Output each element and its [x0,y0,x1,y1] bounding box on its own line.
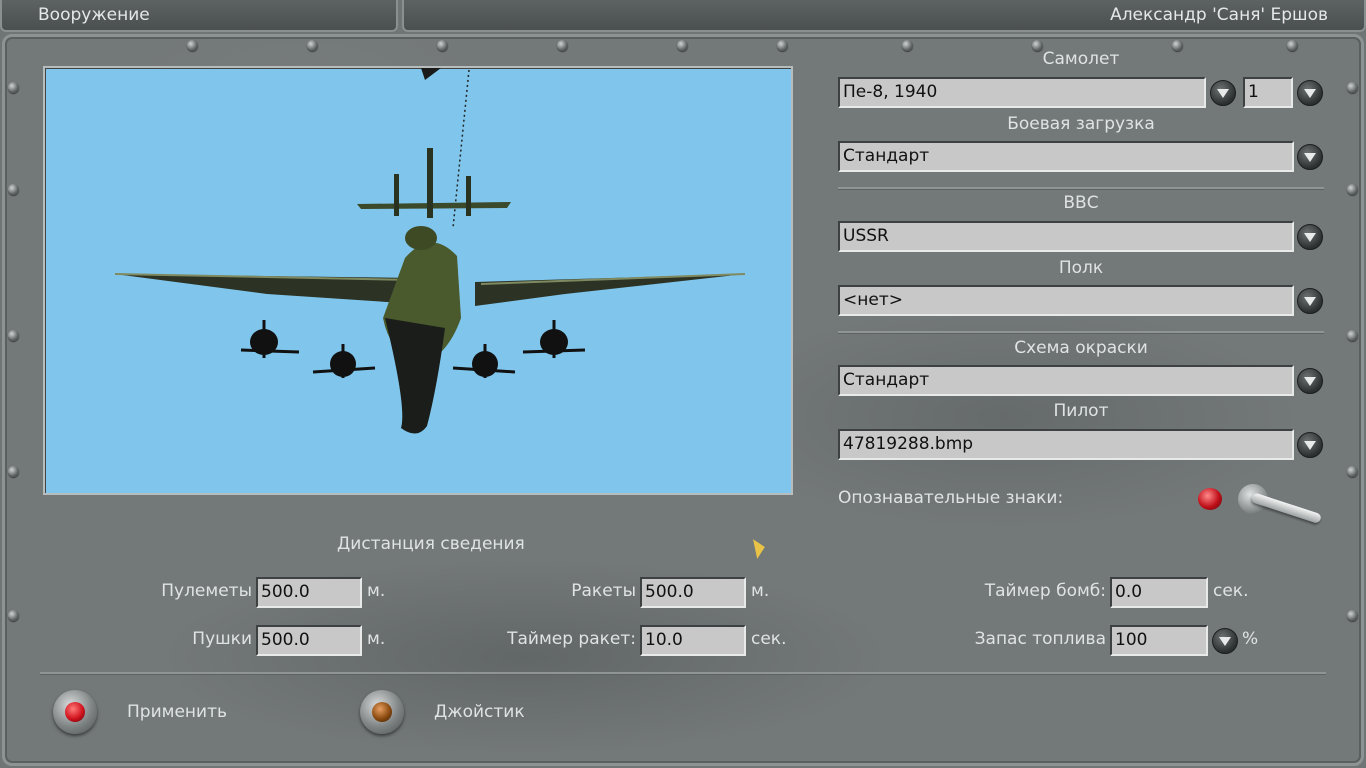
loadout-select[interactable]: Стандарт [838,141,1294,172]
fuel-label: Запас топлива [974,629,1106,649]
airforce-label: ВВС [1063,193,1099,213]
rivet-icon [1347,184,1358,195]
regiment-dropdown-arrow-icon[interactable] [1297,288,1323,314]
markings-label: Опознавательные знаки: [838,488,1064,508]
rivet-icon [8,82,19,93]
rivet-icon [8,330,19,341]
cannon-distance-input[interactable]: 500.0 [256,625,362,656]
rivet-icon [1347,82,1358,93]
rivet-icon [8,466,19,477]
indicator-light-icon [1198,488,1222,510]
rockets-distance-input[interactable]: 500.0 [640,577,746,608]
rocket-timer-label: Таймер ракет: [507,629,636,649]
pilot-dropdown-arrow-icon[interactable] [1297,432,1323,458]
fuel-unit: % [1242,629,1259,649]
airforce-dropdown-arrow-icon[interactable] [1297,224,1323,250]
section-title: Вооружение [0,0,398,32]
rockets-unit: м. [751,581,770,601]
apply-button[interactable] [53,690,97,734]
fuel-select[interactable]: 100 [1110,625,1208,656]
mg-distance-input[interactable]: 500.0 [256,577,362,608]
rivet-icon [307,40,318,51]
skin-dropdown-arrow-icon[interactable] [1297,368,1323,394]
loadout-label: Боевая загрузка [1007,114,1155,134]
pilot-label: Пилот [1053,401,1109,421]
aircraft-preview[interactable] [43,66,793,495]
regiment-select[interactable]: <нет> [838,285,1294,316]
loadout-dropdown-arrow-icon[interactable] [1297,144,1323,170]
joystick-button[interactable] [360,690,404,734]
divider [838,187,1324,190]
cannon-label: Пушки [192,629,252,649]
fuel-dropdown-arrow-icon[interactable] [1212,628,1238,654]
rivet-icon [8,610,19,621]
rockets-label: Ракеты [571,581,636,601]
user-name: Александр 'Саня' Ершов [402,0,1366,32]
bomb-timer-unit: сек. [1213,581,1249,601]
divider [40,672,1326,675]
plane-dropdown-arrow-icon[interactable] [1210,80,1236,106]
plane-select[interactable]: Пе-8, 1940 [838,77,1206,108]
rocket-timer-unit: сек. [751,629,787,649]
rivet-icon [437,40,448,51]
bomb-timer-input[interactable]: 0.0 [1110,577,1208,608]
plane-count-select[interactable]: 1 [1243,77,1293,108]
brown-button-icon [372,702,392,722]
rocket-timer-input[interactable]: 10.0 [640,625,746,656]
rivet-icon [677,40,688,51]
joystick-label[interactable]: Джойстик [434,702,525,722]
rivet-icon [1347,466,1358,477]
plane-count-dropdown-arrow-icon[interactable] [1297,80,1323,106]
mg-label: Пулеметы [161,581,252,601]
convergence-title: Дистанция сведения [337,534,525,554]
bomber-model-image [114,68,746,434]
red-button-icon [65,702,85,722]
rivet-icon [8,184,19,195]
rivet-icon [1347,610,1358,621]
divider [838,331,1324,334]
mg-unit: м. [367,581,386,601]
regiment-label: Полк [1058,258,1104,278]
rivet-icon [187,40,198,51]
pilot-select[interactable]: 47819288.bmp [838,429,1294,460]
airforce-select[interactable]: USSR [838,221,1294,252]
plane-label: Самолет [1042,49,1120,69]
cannon-unit: м. [367,629,386,649]
rivet-icon [777,40,788,51]
rivet-icon [1347,330,1358,341]
apply-label[interactable]: Применить [127,702,227,722]
rivet-icon [557,40,568,51]
skin-select[interactable]: Стандарт [838,365,1294,396]
skin-label: Схема окраски [1014,338,1148,358]
bomb-timer-label: Таймер бомб: [984,581,1106,601]
